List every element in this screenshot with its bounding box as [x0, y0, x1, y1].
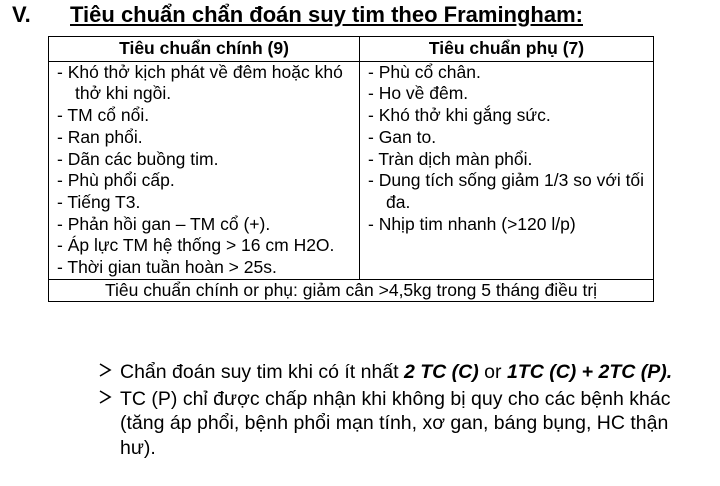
major-item: - Tiếng T3. [57, 191, 141, 212]
minor-item: - Phù cổ chân. [368, 61, 481, 82]
section-number: V. [12, 2, 31, 27]
major-item: - Ran phổi. [57, 126, 143, 147]
minor-item: - Gan to. [368, 126, 437, 147]
major-item: - Khó thở kịch phát về đêm hoặc khó thở … [57, 61, 343, 104]
major-item: - Dãn các buồng tim. [57, 148, 219, 169]
bullet-text: TC (P) chỉ được chấp nhận khi không bị q… [120, 387, 671, 459]
bullet-item: TC (P) chỉ được chấp nhận khi không bị q… [98, 387, 678, 461]
criteria-table: Tiêu chuẩn chính (9) Tiêu chuẩn phụ (7) … [48, 36, 654, 303]
bullet-middle: or [478, 361, 507, 383]
section-title: Tiêu chuẩn chẩn đoán suy tim theo Framin… [70, 2, 583, 27]
bullet-emphasis: 1TC (C) + 2TC (P). [506, 361, 673, 383]
section-heading: V. Tiêu chuẩn chẩn đoán suy tim theo Fram… [12, 0, 583, 30]
bullet-prefix: Chẩn đoán suy tim khi có ít nhất [120, 361, 404, 383]
major-item: - Thời gian tuần hoàn > 25s. [57, 257, 277, 278]
arrow-bullet-icon [98, 360, 112, 387]
header-major: Tiêu chuẩn chính (9) [48, 36, 360, 62]
minor-item: - Ho về đêm. [368, 83, 469, 104]
minor-item: - Khó thở khi gắng sức. [368, 105, 551, 126]
major-item: - Phù phổi cấp. [57, 170, 175, 191]
bullet-emphasis: 2 TC (C) [404, 361, 479, 383]
diagnosis-notes: Chẩn đoán suy tim khi có ít nhất 2 TC (C… [98, 360, 678, 462]
major-item: - TM cổ nổi. [57, 105, 150, 126]
header-minor: Tiêu chuẩn phụ (7) [359, 36, 654, 62]
major-criteria-cell: - Khó thở kịch phát về đêm hoặc khó thở … [48, 60, 360, 280]
minor-criteria-cell: - Phù cổ chân. - Ho về đêm. - Khó thở kh… [359, 60, 654, 280]
table-body-row: - Khó thở kịch phát về đêm hoặc khó thở … [48, 60, 654, 280]
arrow-bullet-icon [98, 387, 112, 414]
major-item: - Áp lực TM hệ thống > 16 cm H2O. [57, 235, 335, 256]
table-footer-row: Tiêu chuẩn chính or phụ: giảm cân >4,5kg… [48, 278, 654, 303]
bullet-item: Chẩn đoán suy tim khi có ít nhất 2 TC (C… [98, 360, 678, 385]
minor-item: - Dung tích sống giảm 1/3 so với tối đa. [368, 170, 645, 212]
table-header-row: Tiêu chuẩn chính (9) Tiêu chuẩn phụ (7) [48, 36, 654, 62]
major-item: - Phản hồi gan – TM cổ (+). [57, 213, 271, 234]
weight-loss-criterion: Tiêu chuẩn chính or phụ: giảm cân >4,5kg… [48, 278, 654, 303]
minor-item: - Tràn dịch màn phổi. [368, 148, 533, 169]
minor-item: - Nhịp tim nhanh (>120 l/p) [368, 213, 576, 234]
